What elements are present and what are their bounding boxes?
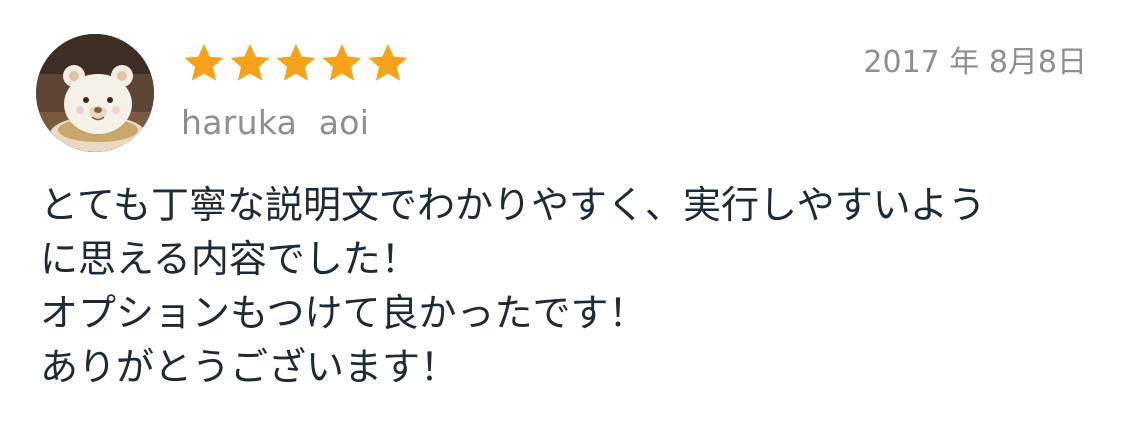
- review-text-line: に思える内容でした！: [40, 237, 419, 281]
- star-icon: [366, 41, 410, 85]
- review-date: 2017 年 8月8日: [863, 45, 1087, 80]
- review-text-line: オプションもつけて良かったです！: [40, 291, 647, 335]
- star-icon: [182, 41, 226, 85]
- star-icon: [228, 41, 272, 85]
- reviewer-name: haruka aoi: [181, 103, 370, 142]
- avatar[interactable]: [36, 34, 154, 152]
- bear-latte-art-icon: [36, 34, 154, 152]
- review-text-line: とても丁寧な説明文でわかりやすく、実行しやすいよう: [40, 183, 986, 227]
- star-rating: [182, 40, 410, 86]
- review-text: とても丁寧な説明文でわかりやすく、実行しやすいよう に思える内容でした！ オプシ…: [40, 178, 1100, 394]
- star-icon: [274, 41, 318, 85]
- review-text-line: ありがとうございます！: [40, 345, 459, 389]
- star-icon: [320, 41, 364, 85]
- review-card: haruka aoi 2017 年 8月8日 とても丁寧な説明文でわかりやすく、…: [0, 0, 1125, 429]
